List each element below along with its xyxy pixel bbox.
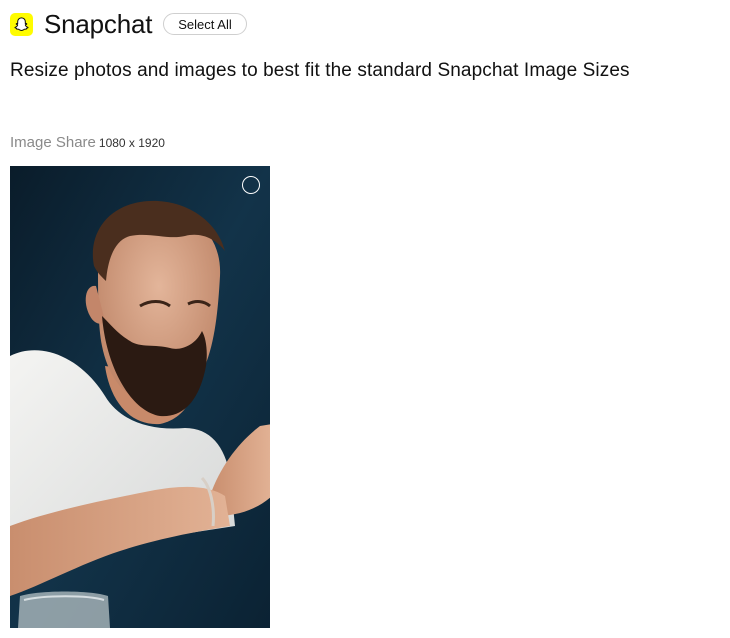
page-subtitle: Resize photos and images to best fit the…	[10, 60, 630, 81]
snapchat-ghost-icon	[10, 12, 33, 36]
size-label: Image Share 1080 x 1920	[10, 134, 165, 152]
app-title: Snapchat	[44, 9, 153, 39]
size-dimensions: 1080 x 1920	[98, 136, 165, 150]
header: Snapchat Select All	[10, 9, 247, 39]
preview-photo	[10, 166, 270, 628]
size-name: Image Share	[10, 134, 96, 151]
select-all-button[interactable]: Select All	[163, 13, 247, 35]
circle-select-icon[interactable]	[242, 176, 260, 194]
image-preview-card[interactable]	[10, 166, 270, 628]
